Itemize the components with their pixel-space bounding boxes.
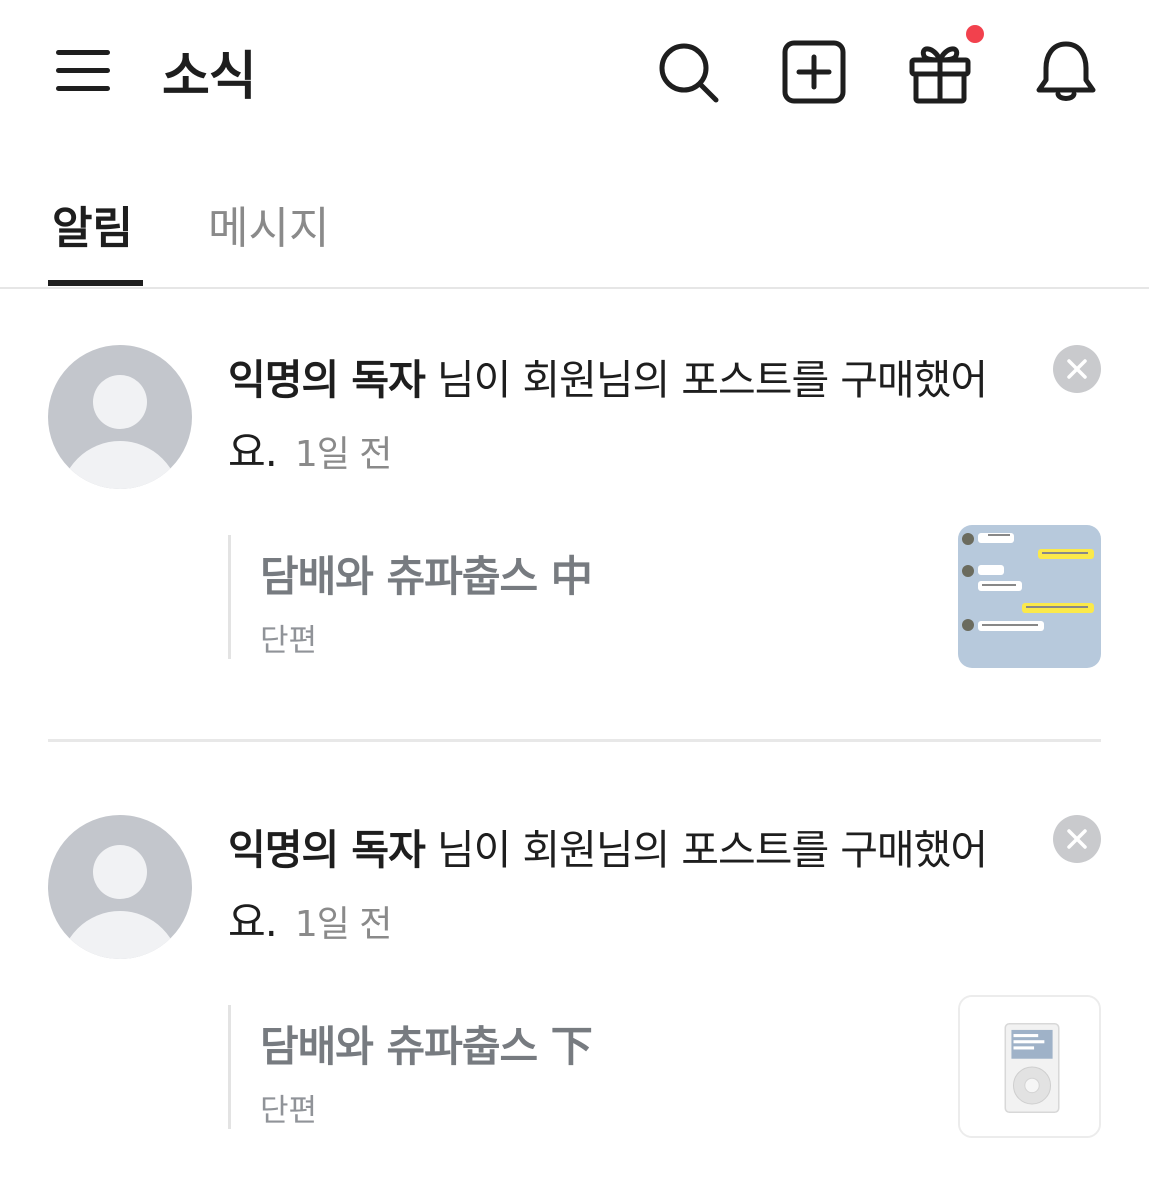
tab-messages[interactable]: 메시지 bbox=[208, 192, 329, 256]
avatar[interactable] bbox=[48, 345, 192, 489]
divider bbox=[48, 739, 1101, 742]
tab-bar: 알림 메시지 bbox=[0, 170, 1149, 288]
tab-alerts[interactable]: 알림 bbox=[52, 192, 133, 256]
top-app-bar: 소식 bbox=[0, 0, 1149, 140]
notification-time: 1일 전 bbox=[294, 904, 393, 945]
notification-message: 익명의 독자 님이 회원님의 포스트를 구매했어요. 1일 전 bbox=[228, 344, 1018, 491]
notifications-screen: 소식 알림 메시지 익명의 독자 님이 회원님의 포스트를 구매했어요. 1일 … bbox=[0, 0, 1149, 1200]
avatar[interactable] bbox=[48, 815, 192, 959]
page-title: 소식 bbox=[162, 47, 257, 107]
post-title: 담배와 츄파춥스 中 bbox=[260, 552, 593, 601]
list-item[interactable]: 익명의 독자 님이 회원님의 포스트를 구매했어요. 1일 전 담배와 츄파춥스… bbox=[0, 330, 1149, 730]
notification-actor: 익명의 독자 bbox=[228, 826, 426, 874]
notification-time: 1일 전 bbox=[294, 434, 393, 475]
plus-square-icon[interactable] bbox=[780, 38, 848, 106]
notification-message: 익명의 독자 님이 회원님의 포스트를 구매했어요. 1일 전 bbox=[228, 814, 1018, 961]
post-card[interactable]: 담배와 츄파춥스 下 단편 bbox=[228, 1005, 948, 1129]
gift-icon[interactable] bbox=[906, 25, 984, 106]
chat-screenshot-thumbnail[interactable] bbox=[958, 525, 1101, 668]
post-type: 단편 bbox=[260, 623, 318, 659]
close-icon[interactable] bbox=[1053, 345, 1101, 393]
post-type: 단편 bbox=[260, 1093, 318, 1129]
post-card[interactable]: 담배와 츄파춥스 中 단편 bbox=[228, 535, 948, 659]
notification-actor: 익명의 독자 bbox=[228, 356, 426, 404]
divider bbox=[0, 287, 1149, 289]
search-icon[interactable] bbox=[654, 38, 722, 106]
post-quote-bar bbox=[228, 535, 231, 659]
music-player-thumbnail[interactable] bbox=[958, 995, 1101, 1138]
menu-icon[interactable] bbox=[56, 50, 112, 94]
list-item[interactable]: 익명의 독자 님이 회원님의 포스트를 구매했어요. 1일 전 담배와 츄파춥스… bbox=[0, 800, 1149, 1200]
notification-badge-dot bbox=[966, 25, 984, 43]
active-tab-indicator bbox=[48, 280, 143, 286]
close-icon[interactable] bbox=[1053, 815, 1101, 863]
bell-icon[interactable] bbox=[1032, 38, 1100, 106]
post-quote-bar bbox=[228, 1005, 231, 1129]
post-title: 담배와 츄파춥스 下 bbox=[260, 1022, 593, 1071]
